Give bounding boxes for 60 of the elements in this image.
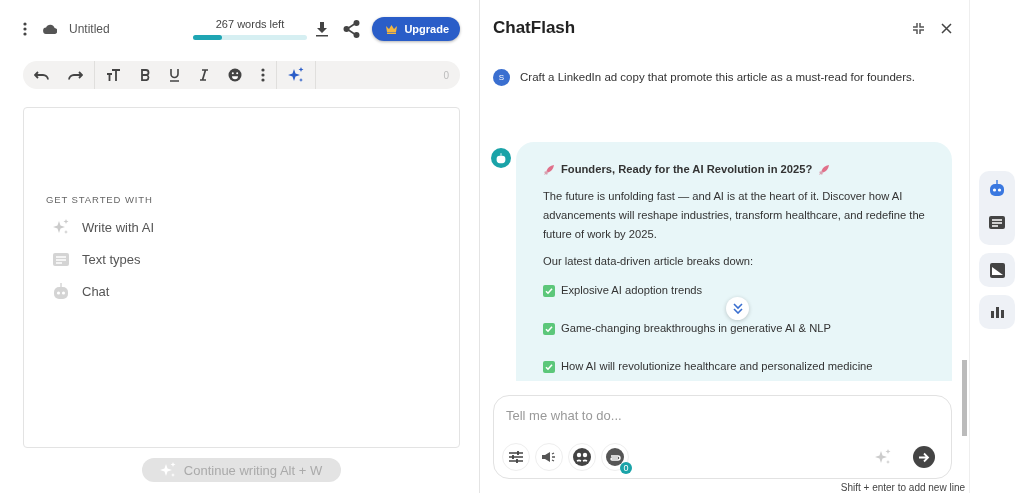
check-mark-icon [543, 284, 555, 297]
check-mark-icon [543, 322, 555, 335]
more-icon[interactable] [23, 22, 27, 36]
reply-paragraph: Our latest data-driven article breaks down: [543, 254, 755, 269]
share-icon[interactable] [343, 20, 361, 38]
scrollbar[interactable] [962, 360, 967, 436]
send-button[interactable] [913, 446, 935, 468]
user-avatar: S [493, 68, 510, 86]
redo-icon[interactable] [68, 70, 83, 80]
document-icon [989, 215, 1005, 229]
rocket-icon [543, 163, 555, 176]
sparkle-icon [159, 462, 176, 478]
start-option[interactable]: Chat [46, 275, 437, 307]
start-option[interactable]: Write with AI [46, 211, 437, 243]
text-size-icon[interactable] [106, 69, 121, 81]
tone-button[interactable] [535, 443, 563, 471]
undo-icon[interactable] [34, 70, 49, 80]
settings-button[interactable] [502, 443, 530, 471]
document-icon [53, 252, 69, 266]
words-left-text: 267 words left [215, 18, 285, 30]
robot-icon [989, 179, 1005, 197]
download-icon[interactable] [315, 21, 330, 37]
upgrade-button[interactable]: Upgrade [372, 17, 460, 41]
prompt-placeholder: Tell me what to do... [505, 408, 623, 425]
crown-icon [385, 24, 399, 34]
attachment-count: 0 [620, 462, 632, 474]
bar-chart-icon [990, 306, 1004, 318]
sparkle-icon [53, 219, 69, 235]
start-option[interactable]: Text types [46, 243, 437, 275]
document-title[interactable]: Untitled [69, 22, 193, 36]
reply-point: Game-changing breakthroughs in generative AI & NLP [561, 321, 831, 336]
underline-icon[interactable] [169, 68, 180, 82]
emoji-icon[interactable] [228, 68, 242, 82]
robot-icon [496, 152, 506, 164]
reply-heading: Founders, Ready for the AI Revolution in 2025? [561, 162, 813, 177]
reply-point: How AI will revolutionize healthcare and personalized medicine [561, 359, 873, 374]
reply-paragraph: The future is unfolding fast — and AI is at the heart of it. Discover how AI advancements will reshape industries, transform healthcare, and redefine the future of work by 2025. [543, 189, 926, 242]
megaphone-icon [541, 451, 557, 463]
keyboard-hint: Shift + enter to add new line [839, 482, 965, 493]
panel-title: ChatFlash [493, 18, 577, 39]
collapse-icon[interactable] [913, 22, 924, 34]
arrow-right-icon [918, 451, 930, 463]
persona-button[interactable] [568, 443, 596, 471]
check-mark-icon [543, 360, 555, 373]
sliders-icon [509, 451, 523, 463]
image-icon [989, 262, 1005, 278]
cloud-icon [43, 24, 57, 34]
close-icon[interactable] [941, 22, 952, 34]
section-heading: GET STARTED WITH [46, 194, 154, 205]
user-message: Craft a LinkedIn ad copy that promote this article as a must-read for founders. [520, 71, 916, 84]
chevron-down-icon [732, 303, 743, 314]
reply-point: Explosive AI adoption trends [561, 283, 703, 298]
rocket-icon [818, 163, 831, 176]
ai-sparkle-icon[interactable] [288, 67, 304, 83]
faces-icon [573, 448, 591, 466]
editor-area[interactable]: GET STARTED WITH Write with AI Text types Chat [23, 107, 460, 448]
italic-icon[interactable] [199, 69, 209, 81]
more-icon[interactable] [261, 68, 265, 82]
bold-icon[interactable] [140, 69, 150, 81]
robot-icon [53, 282, 69, 300]
